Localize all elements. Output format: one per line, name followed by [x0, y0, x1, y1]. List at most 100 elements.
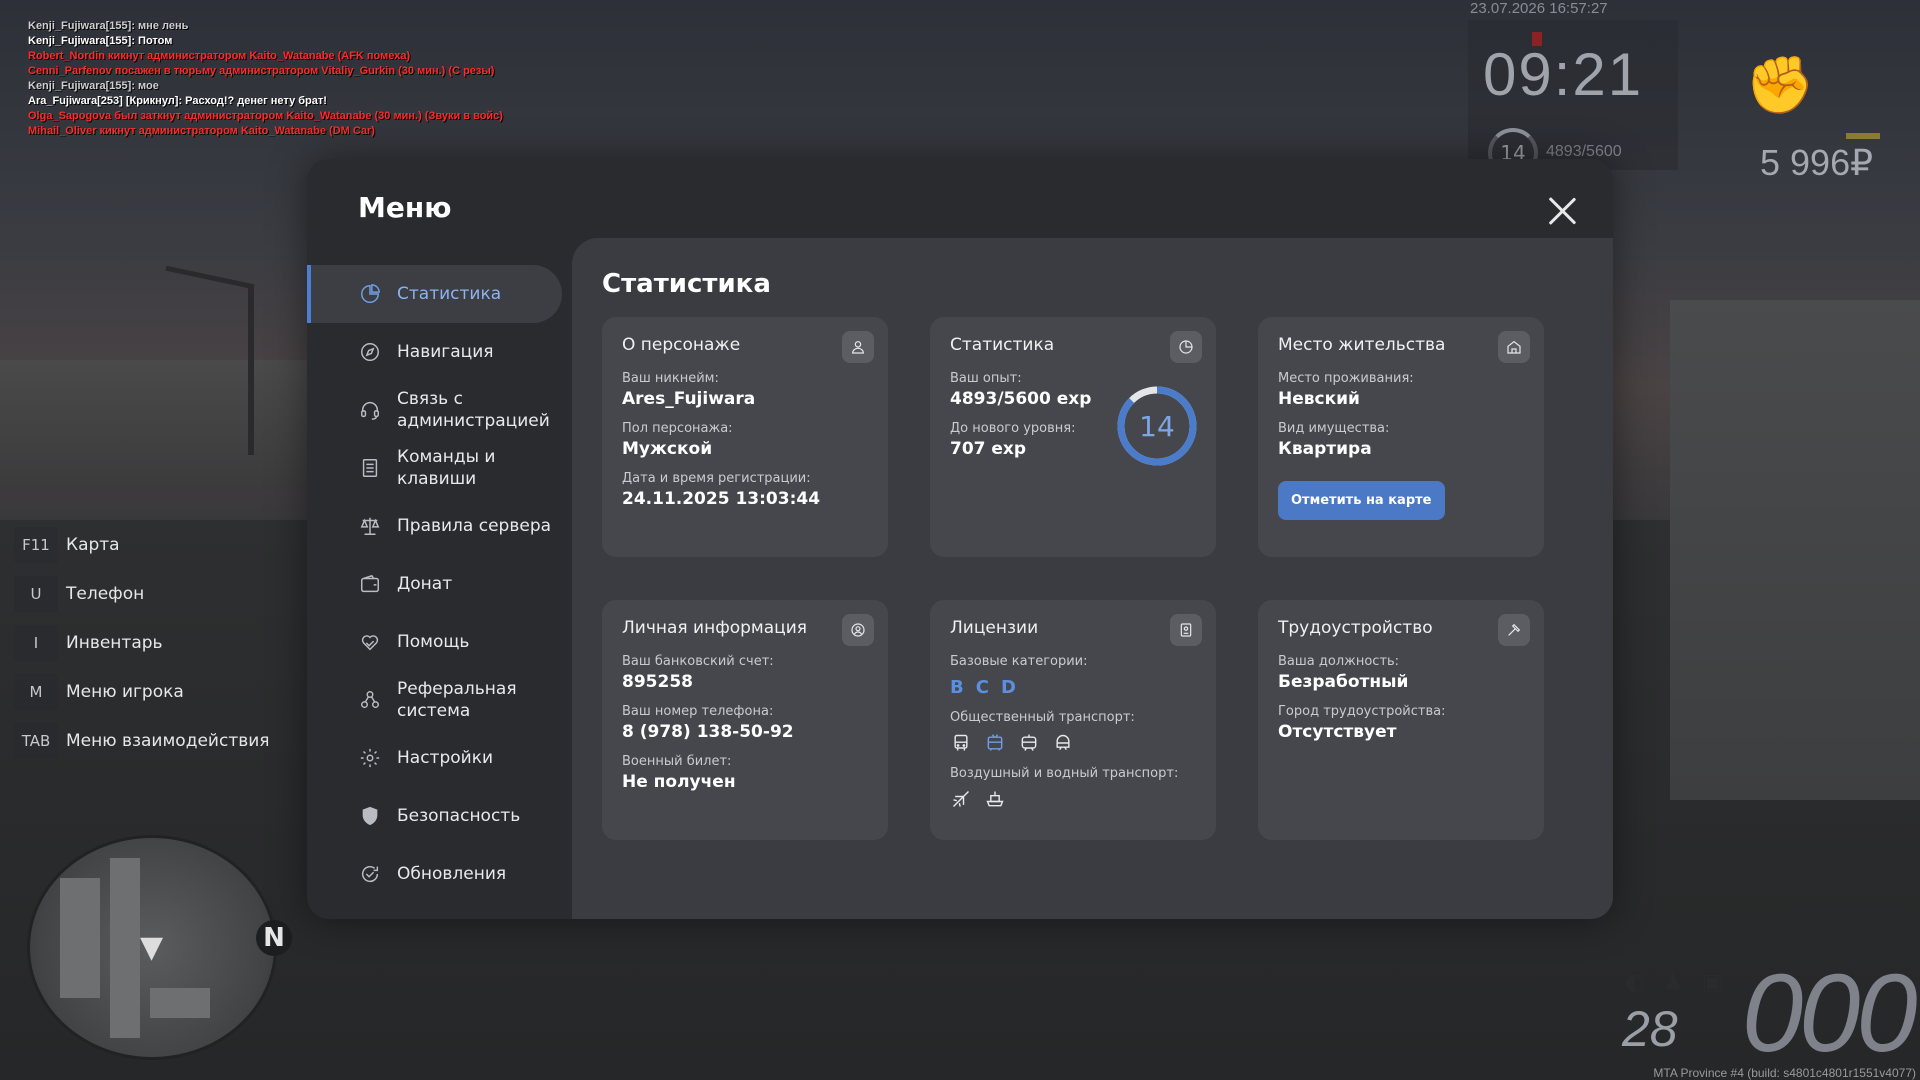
- property-type-value: Квартира: [1278, 439, 1372, 459]
- employment-city-value: Отсутствует: [1278, 722, 1397, 742]
- sidebar-item-label: Правила сервера: [397, 516, 552, 536]
- plane-icon: [950, 788, 972, 810]
- headset-icon: [358, 398, 382, 422]
- position-value: Безработный: [1278, 672, 1409, 692]
- level-number: 14: [1139, 409, 1175, 443]
- character-card: О персонаже Ваш никнейм: Ares_Fujiwara П…: [602, 317, 888, 557]
- card-title: Место жительства: [1278, 335, 1446, 355]
- chat-line: Olga_Sapogova был заткнут администраторо…: [28, 110, 503, 122]
- sidebar-item-label: Безопасность: [397, 806, 521, 826]
- residence-card: Место жительства Место проживания: Невск…: [1258, 317, 1544, 557]
- residence-place-label: Место проживания:: [1278, 371, 1414, 386]
- chat-line: Cenni_Parfenov посажен в тюрьму админист…: [28, 65, 495, 77]
- license-category-c: C: [975, 677, 989, 698]
- hotkey-interaction-menu[interactable]: TAB Меню взаимодействия: [14, 716, 314, 765]
- sidebar-item-rules[interactable]: Правила сервера: [307, 497, 563, 555]
- hotkey-label: Телефон: [66, 583, 145, 604]
- player-arrow-icon: ▼: [140, 930, 164, 965]
- card-title: Личная информация: [622, 618, 808, 638]
- hotkey-list: F11 Карта U Телефон I Инвентарь M Меню и…: [14, 520, 314, 765]
- minimap-block: [60, 878, 100, 998]
- house-icon: [1498, 331, 1530, 363]
- hotkey-label: Карта: [66, 534, 120, 555]
- hotkey-key: U: [14, 575, 58, 612]
- fuel-readout: 28: [1622, 1001, 1678, 1057]
- license-category-b: B: [950, 677, 964, 698]
- card-title: Лицензии: [950, 618, 1039, 638]
- mark-on-map-button[interactable]: Отметить на карте: [1278, 481, 1445, 520]
- card-title: О персонаже: [622, 335, 741, 355]
- minimap-block: [110, 858, 140, 1038]
- sidebar-item-label: Помощь: [397, 632, 470, 652]
- bank-account-label: Ваш банковский счет:: [622, 654, 774, 669]
- chat-line: Kenji_Fujiwara[155]: Потом: [28, 35, 173, 47]
- heart-hand-icon: [358, 630, 382, 654]
- fist-icon: ✊: [1745, 53, 1815, 118]
- sidebar-item-contact-admin[interactable]: Связь с администрацией: [307, 381, 563, 439]
- military-id-value: Не получен: [622, 772, 736, 792]
- air-water-transport-icons: [950, 788, 1196, 810]
- shield-icon: [358, 804, 382, 828]
- speedometer: 000: [1742, 952, 1918, 1075]
- employment-city-label: Город трудоустройства:: [1278, 704, 1446, 719]
- sidebar-item-settings[interactable]: Настройки: [307, 729, 563, 787]
- personal-info-card: Личная информация Ваш банковский счет: 8…: [602, 600, 888, 840]
- people-icon: [358, 688, 382, 712]
- registration-label: Дата и время регистрации:: [622, 471, 811, 486]
- sidebar-item-label: Команды и клавиши: [397, 447, 496, 489]
- wall: [0, 360, 330, 490]
- hud-clock: 09:21: [1483, 41, 1644, 108]
- sidebar-item-navigation[interactable]: Навигация: [307, 323, 563, 381]
- sidebar-item-referral[interactable]: Реферальная система: [307, 671, 563, 729]
- street-lamp: [248, 285, 254, 455]
- gender-label: Пол персонажа:: [622, 421, 733, 436]
- sidebar-item-donate[interactable]: Донат: [307, 555, 563, 613]
- pie-chart-icon: [1170, 331, 1202, 363]
- air-water-transport-label: Воздушный и водный транспорт:: [950, 766, 1179, 781]
- military-id-label: Военный билет:: [622, 754, 732, 769]
- minimap-block: [150, 988, 210, 1018]
- gender-value: Мужской: [622, 439, 713, 459]
- hud-money: 5 996₽: [1760, 142, 1873, 183]
- public-transport-icons: [950, 732, 1196, 754]
- property-type-label: Вид имущества:: [1278, 421, 1390, 436]
- sidebar-item-help[interactable]: Помощь: [307, 613, 563, 671]
- base-categories-label: Базовые категории:: [950, 654, 1088, 669]
- public-transport-label: Общественный транспорт:: [950, 710, 1135, 725]
- hotkey-phone[interactable]: U Телефон: [14, 569, 314, 618]
- pie-chart-icon: [358, 282, 382, 306]
- hotkey-label: Инвентарь: [66, 632, 163, 653]
- sidebar-item-label: Настройки: [397, 748, 494, 768]
- sidebar-item-label: Реферальная система: [397, 679, 517, 721]
- hotkey-inventory[interactable]: I Инвентарь: [14, 618, 314, 667]
- sidebar-item-security[interactable]: Безопасность: [307, 787, 563, 845]
- sidebar-item-commands[interactable]: Команды и клавиши: [307, 439, 563, 497]
- residence-place-value: Невский: [1278, 389, 1360, 409]
- scales-icon: [358, 514, 382, 538]
- phone-value: 8 (978) 138-50-92: [622, 722, 794, 742]
- hotkey-label: Меню взаимодействия: [66, 730, 270, 751]
- close-button[interactable]: [1546, 195, 1578, 227]
- sidebar-item-statistics[interactable]: Статистика: [307, 265, 562, 323]
- hotkey-map[interactable]: F11 Карта: [14, 520, 314, 569]
- sidebar-item-updates[interactable]: Обновления: [307, 845, 563, 903]
- build-info: MTA Province #4 (build: s4801c4801r1551v…: [1653, 1066, 1916, 1080]
- nickname-value: Ares_Fujiwara: [622, 389, 756, 409]
- hotkey-key: TAB: [14, 722, 58, 759]
- chat-line: Kenji_Fujiwara[155]: мне лень: [28, 20, 189, 32]
- licenses-card: Лицензии Базовые категории: B C D Общест…: [930, 600, 1216, 840]
- nickname-label: Ваш никнейм:: [622, 371, 719, 386]
- refresh-check-icon: [358, 862, 382, 886]
- hotkey-key: M: [14, 673, 58, 710]
- id-card-icon: [1170, 614, 1202, 646]
- ship-icon: [984, 788, 1006, 810]
- content-title: Статистика: [602, 269, 771, 299]
- hud-datetime: 23.07.2026 16:57:27: [1470, 0, 1608, 17]
- content-panel: Статистика О персонаже Ваш никнейм: Ares…: [572, 238, 1613, 919]
- hotkey-player-menu[interactable]: M Меню игрока: [14, 667, 314, 716]
- hud-health-bar: [1846, 133, 1880, 139]
- card-title: Статистика: [950, 335, 1055, 355]
- chat-line: Kenji_Fujiwara[155]: мое: [28, 80, 159, 92]
- chat-line: Robert_Nordin кикнут администратором Kai…: [28, 50, 411, 62]
- hotkey-key: F11: [14, 526, 58, 563]
